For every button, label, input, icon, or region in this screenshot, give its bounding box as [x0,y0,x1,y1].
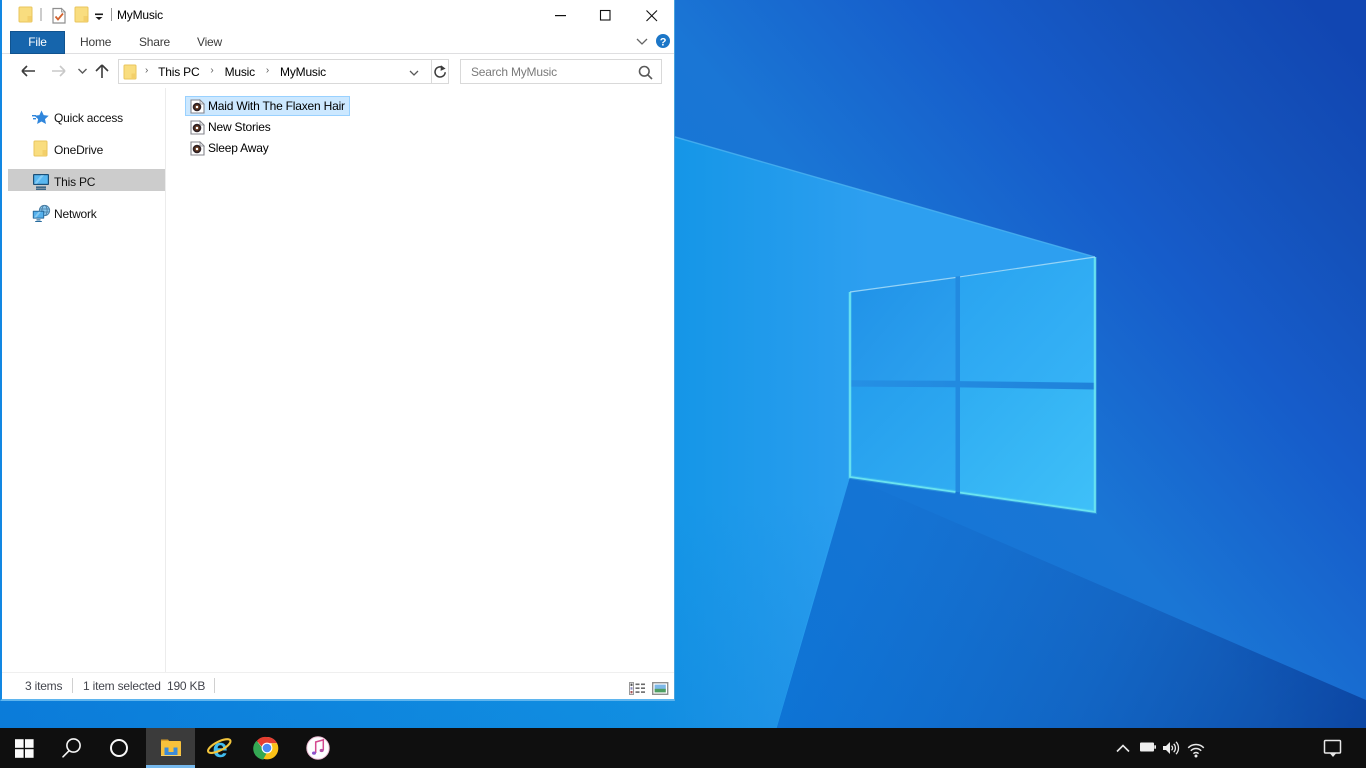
svg-text:?: ? [660,37,667,49]
